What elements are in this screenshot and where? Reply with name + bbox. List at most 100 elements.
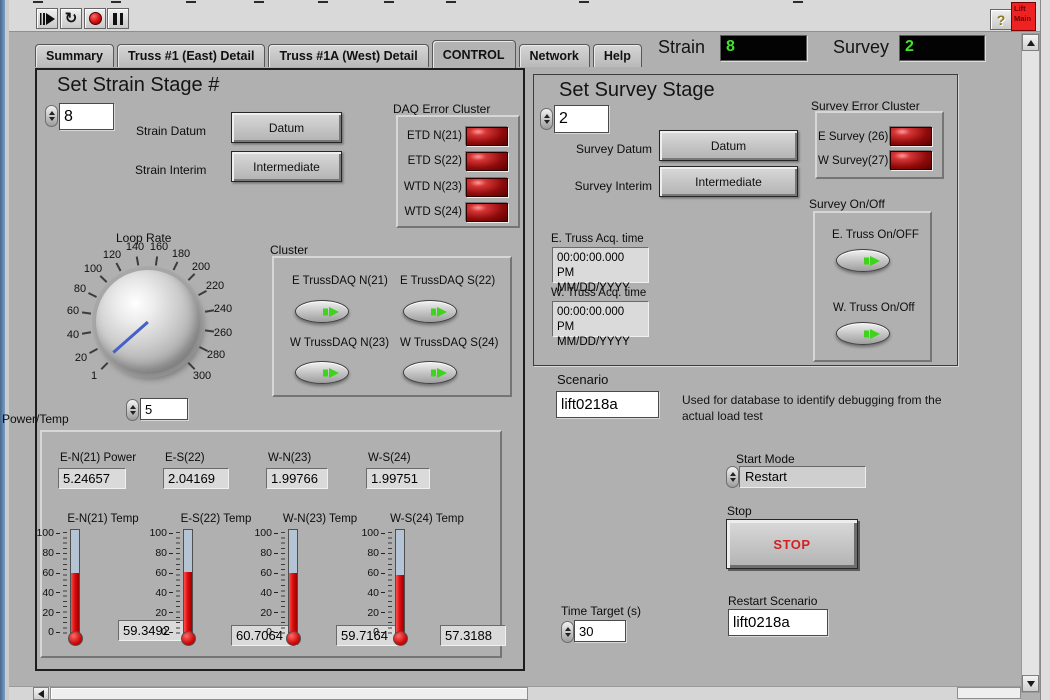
tab-truss1a-west-detail[interactable]: Truss #1A (West) Detail <box>268 44 428 67</box>
loop-rate-input[interactable] <box>140 398 188 420</box>
stop-button[interactable]: STOP <box>726 519 858 569</box>
survey-stage-display: 2 <box>899 35 985 61</box>
horizontal-scrollbar[interactable] <box>9 686 1021 700</box>
green-arrow-icon <box>431 308 436 315</box>
knob-scale-label: 100 <box>84 263 102 275</box>
knob-scale-label: 180 <box>172 248 190 260</box>
spinner-up-icon[interactable] <box>544 114 550 118</box>
stop-label: Stop <box>727 504 752 518</box>
w-truss-onoff-button[interactable] <box>836 322 890 345</box>
run-continuous-icon: ↻ <box>65 11 78 26</box>
thermometer-es22: 10080 6040 200 60.7064 <box>147 528 257 660</box>
power-value: 2.04169 <box>163 468 229 489</box>
thermometer-bulb <box>68 631 83 646</box>
strain-stage-display: 8 <box>720 35 807 61</box>
e-trussdaq-s22-button[interactable] <box>403 300 457 323</box>
run-icon <box>40 13 45 25</box>
scroll-down-icon <box>1027 681 1035 687</box>
cluster-btn-label: W TrussDAQ S(24) <box>400 337 498 349</box>
survey-stage-input[interactable] <box>554 105 609 133</box>
spinner-up-icon[interactable] <box>730 472 736 476</box>
e-survey-26-led <box>890 127 932 146</box>
vertical-scrollbar[interactable] <box>1021 33 1040 693</box>
strain-interim-label: Strain Interim <box>135 163 206 177</box>
green-arrow-icon <box>323 369 328 376</box>
wtd-n23-led <box>466 178 508 197</box>
e-truss-onoff-button[interactable] <box>836 249 890 272</box>
strain-interim-button[interactable]: Intermediate <box>231 151 342 182</box>
scroll-up-icon <box>1027 40 1035 46</box>
tab-bar: Summary Truss #1 (East) Detail Truss #1A… <box>35 44 642 68</box>
e-trussdaq-n21-button[interactable] <box>295 300 349 323</box>
spinner-down-icon[interactable] <box>565 633 571 637</box>
scenario-input[interactable] <box>556 391 659 418</box>
survey-interim-button[interactable]: Intermediate <box>659 166 798 197</box>
spinner-up-icon[interactable] <box>565 627 571 631</box>
thermometer-tube <box>183 529 193 637</box>
survey-datum-button[interactable]: Datum <box>659 130 798 161</box>
knob-scale-label: 80 <box>74 283 86 295</box>
loop-rate-spinner[interactable] <box>126 399 139 421</box>
knob-scale-label: 280 <box>207 349 225 361</box>
window-right-border <box>1040 0 1050 700</box>
thermometer-scale: 10080 6040 200 <box>359 528 385 638</box>
knob-scale-label: 240 <box>214 303 232 315</box>
thermometer-tube <box>70 529 80 637</box>
temp-label: W-S(24) Temp <box>390 513 464 525</box>
survey-datum-label: Survey Datum <box>540 142 652 156</box>
knob-scale-label: 220 <box>206 280 224 292</box>
scroll-left-button[interactable] <box>33 687 49 700</box>
strain-stage-spinner[interactable] <box>45 105 58 127</box>
w-truss-acq-label: W. Truss Acq. time <box>551 287 646 299</box>
start-mode-spinner[interactable] <box>726 466 739 488</box>
window-badge: Lift Main <box>1011 2 1036 31</box>
spinner-up-icon[interactable] <box>49 111 55 115</box>
tab-truss1-east-detail[interactable]: Truss #1 (East) Detail <box>117 44 265 67</box>
restart-scenario-input[interactable] <box>728 609 828 636</box>
w-truss-onoff-label: W. Truss On/Off <box>833 302 915 314</box>
e-truss-acq-label: E. Truss Acq. time <box>551 233 644 245</box>
labview-front-panel: ↻ ? Lift Main Summary Truss #1 (East) De… <box>0 0 1050 700</box>
time-target-input[interactable] <box>574 620 626 642</box>
start-mode-field[interactable]: Restart <box>739 466 866 488</box>
tab-network[interactable]: Network <box>519 44 590 67</box>
w-trussdaq-n23-button[interactable] <box>295 361 349 384</box>
pause-button[interactable] <box>107 8 129 29</box>
strain-datum-label: Strain Datum <box>136 124 206 138</box>
time-target-spinner[interactable] <box>561 621 574 643</box>
tab-help[interactable]: Help <box>593 44 642 67</box>
run-continuous-button[interactable]: ↻ <box>60 8 82 29</box>
strain-stage-input[interactable] <box>59 103 114 130</box>
w-trussdaq-s24-button[interactable] <box>403 361 457 384</box>
strain-datum-button[interactable]: Datum <box>231 112 342 143</box>
knob-scale-label: 160 <box>150 241 168 253</box>
thermometer-wn23: 10080 6040 200 59.7164 <box>252 528 362 660</box>
start-mode-label: Start Mode <box>736 452 795 466</box>
tab-summary[interactable]: Summary <box>35 44 114 67</box>
spinner-down-icon[interactable] <box>49 117 55 121</box>
tab-control[interactable]: CONTROL <box>432 40 516 68</box>
abort-button[interactable] <box>84 8 106 29</box>
power-label: W-S(24) <box>368 452 411 464</box>
wtd-s24-led <box>466 203 508 222</box>
temp-value: 57.3188 <box>440 625 506 646</box>
power-label: W-N(23) <box>268 452 311 464</box>
survey-led-label: E Survey (26) <box>818 131 887 143</box>
daq-led-label: ETD N(21) <box>398 130 462 142</box>
spinner-down-icon[interactable] <box>130 411 136 415</box>
knob-scale-label: 40 <box>67 329 79 341</box>
spinner-down-icon[interactable] <box>730 478 736 482</box>
survey-stage-spinner[interactable] <box>540 108 553 130</box>
horizontal-scroll-thumb[interactable] <box>50 687 528 700</box>
strain-panel-title: Set Strain Stage # <box>57 74 219 97</box>
pause-icon <box>113 13 117 25</box>
cluster-title: Cluster <box>270 243 308 257</box>
spinner-down-icon[interactable] <box>544 120 550 124</box>
daq-led-label: WTD S(24) <box>398 206 462 218</box>
spinner-up-icon[interactable] <box>130 405 136 409</box>
etd-n21-led <box>466 127 508 146</box>
run-button[interactable] <box>36 8 58 29</box>
scroll-up-button[interactable] <box>1022 34 1039 51</box>
help-button[interactable]: ? <box>990 9 1012 30</box>
scroll-down-button[interactable] <box>1022 675 1039 692</box>
